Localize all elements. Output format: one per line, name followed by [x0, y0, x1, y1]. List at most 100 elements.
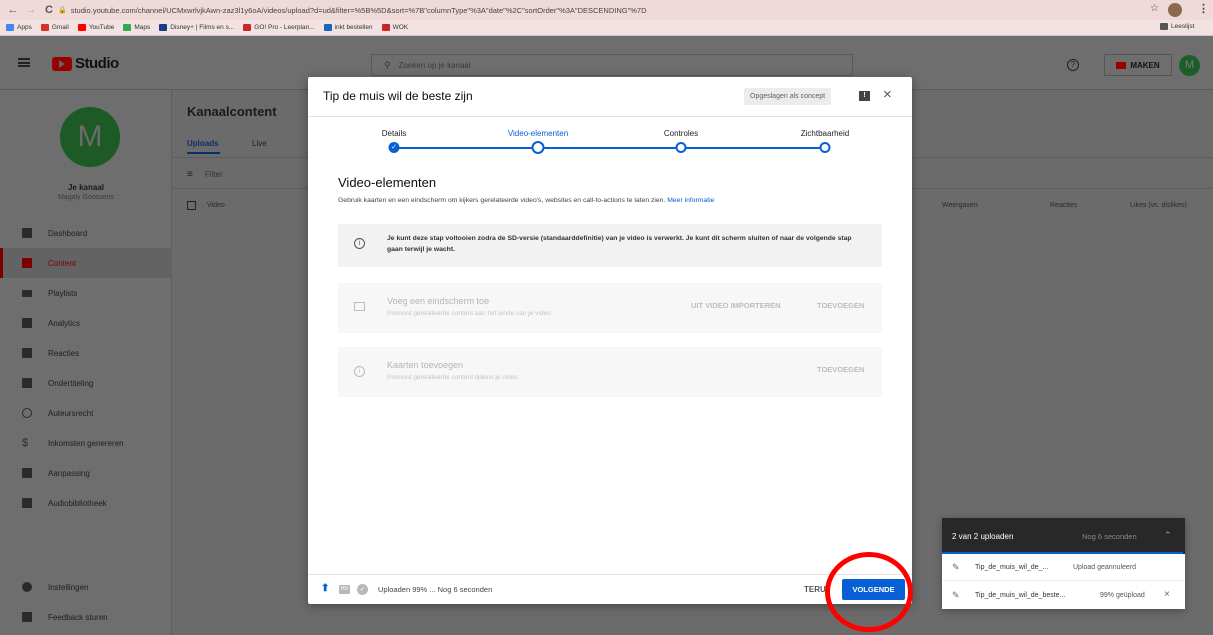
youtube-icon — [77, 24, 86, 31]
bookmark-label: Disney+ | Films en s... — [170, 24, 235, 31]
close-icon[interactable]: × — [883, 86, 892, 103]
sidebar-item-customization[interactable]: Aanpassing — [0, 458, 172, 488]
step-checks-dot[interactable] — [675, 142, 687, 153]
subtitles-icon — [22, 378, 32, 388]
search-icon: ⚲ — [384, 59, 391, 70]
back-arrow-icon[interactable]: ← — [6, 4, 20, 16]
upload-item-name[interactable]: Tip_de_muis_wil_de_beste... — [975, 592, 1065, 599]
sidebar-item-dashboard[interactable]: Dashboard — [0, 218, 172, 248]
create-button[interactable]: MAKEN — [1104, 54, 1172, 76]
channel-search-input[interactable]: ⚲ Zoeken op je kanaal — [371, 54, 853, 76]
select-all-checkbox[interactable] — [187, 201, 196, 210]
processing-notice: i Je kunt deze stap voltooien zodra de S… — [338, 224, 882, 267]
column-header-likes: Likes (vs. dislikes) — [1130, 202, 1187, 209]
channel-avatar[interactable]: M — [60, 107, 120, 167]
upload-item: ✎ Tip_de_muis_wil_de_beste... 99% geüplo… — [942, 582, 1185, 609]
bookmark-maps[interactable]: Maps — [123, 24, 150, 31]
card-info-icon: i — [354, 366, 365, 377]
pencil-icon[interactable]: ✎ — [952, 562, 960, 573]
forward-arrow-icon[interactable]: → — [24, 4, 38, 16]
cards-card: i Kaarten toevoegen Promoot gerelateerde… — [338, 347, 882, 397]
upload-status-text: Uploaden 99% ... Nog 6 seconden — [378, 585, 493, 594]
reload-icon[interactable]: C — [42, 4, 56, 16]
bookmark-label: YouTube — [88, 24, 115, 31]
bookmark-disney[interactable]: Disney+ | Films en s... — [159, 24, 234, 31]
bookmark-label: Apps — [17, 24, 32, 31]
help-icon[interactable]: ? — [1067, 59, 1079, 71]
reading-list[interactable]: Leeslijst — [1160, 23, 1194, 30]
customization-icon — [22, 468, 32, 478]
sidebar-item-monetization[interactable]: $ Inkomsten genereren — [0, 428, 172, 458]
bookmark-youtube[interactable]: YouTube — [77, 24, 115, 31]
back-button[interactable]: TERU — [804, 585, 826, 594]
disney-icon — [159, 24, 168, 31]
sidebar-item-settings[interactable]: Instellingen — [0, 572, 172, 602]
upload-dialog: Tip de muis wil de beste zijn Opgeslagen… — [308, 77, 912, 604]
reading-list-label: Leeslijst — [1171, 23, 1195, 30]
tab-uploads[interactable]: Uploads — [187, 139, 219, 148]
hamburger-menu-icon[interactable] — [18, 58, 30, 67]
bookmark-label: GO! Pro - Leerplan... — [254, 24, 315, 31]
sidebar-item-audio-library[interactable]: Audiobibliotheek — [0, 488, 172, 518]
account-avatar-letter: M — [1184, 59, 1195, 71]
column-header-views: Weergaven — [942, 202, 978, 209]
more-info-link[interactable]: Meer informatie — [667, 197, 714, 204]
lock-icon: 🔒 — [58, 7, 67, 14]
tab-live[interactable]: Live — [252, 139, 267, 148]
bookmark-inkt[interactable]: inkt bestellen — [323, 24, 373, 31]
account-avatar[interactable]: M — [1179, 55, 1200, 76]
bookmark-go-pro[interactable]: GO! Pro - Leerplan... — [243, 24, 315, 31]
uploads-panel-header[interactable]: 2 van 2 uploaden Nog 6 seconden ⌃ — [942, 518, 1185, 554]
studio-logo[interactable]: Studio — [52, 55, 119, 72]
gear-icon — [22, 582, 32, 592]
upload-arrow-icon: ⬆ — [321, 583, 330, 594]
filter-bar[interactable]: ≡ Filter — [187, 169, 223, 180]
endscreen-description: Promoot gerelateerde content aan het ein… — [387, 310, 551, 317]
hd-icon: HD — [339, 585, 350, 594]
create-button-label: MAKEN — [1130, 60, 1160, 70]
report-issue-icon[interactable]: ! — [859, 91, 870, 101]
uploads-panel-title: 2 van 2 uploaden — [952, 532, 1014, 541]
cards-title: Kaarten toevoegen — [387, 360, 464, 370]
profile-avatar[interactable] — [1168, 3, 1182, 17]
bookmark-gmail[interactable]: Gmail — [40, 24, 69, 31]
bookmark-apps[interactable]: Apps — [6, 24, 32, 31]
cancel-upload-icon[interactable]: × — [1164, 589, 1170, 600]
cards-description: Promoot gerelateerde content tijdens je … — [387, 374, 518, 381]
step-details-done-icon[interactable]: ✓ — [388, 142, 400, 153]
add-endscreen-button[interactable]: TOEVOEGEN — [817, 301, 864, 310]
sidebar-item-feedback[interactable]: Feedback sturen — [0, 602, 172, 632]
bookmark-star-icon[interactable]: ☆ — [1150, 3, 1159, 14]
draft-saved-badge: Opgeslagen als concept — [744, 88, 832, 105]
sidebar-item-playlists[interactable]: Playlists — [0, 278, 172, 308]
sidebar-item-copyright[interactable]: Auteursrecht — [0, 398, 172, 428]
add-cards-button[interactable]: TOEVOEGEN — [817, 365, 864, 374]
step-video-elements-dot[interactable] — [531, 141, 545, 154]
sidebar-item-analytics[interactable]: Analytics — [0, 308, 172, 338]
bookmark-wok[interactable]: WOK — [381, 24, 408, 31]
audio-library-icon — [22, 498, 32, 508]
import-from-video-button[interactable]: UIT VIDEO IMPORTEREN — [691, 301, 781, 310]
sidebar-item-comments[interactable]: Reacties — [0, 338, 172, 368]
gmail-icon — [40, 24, 49, 31]
sidebar-item-label: Instellingen — [48, 582, 89, 592]
content-icon — [22, 258, 32, 268]
column-header-video: Video — [207, 202, 225, 209]
browser-toolbar: ← → C 🔒 studio.youtube.com/channel/UCMxw… — [0, 0, 1213, 20]
sidebar-item-subtitles[interactable]: Ondertiteling — [0, 368, 172, 398]
annotation-circle — [825, 552, 913, 632]
channel-avatar-letter: M — [77, 120, 103, 153]
upload-item-name[interactable]: Tip_de_muis_wil_de_... — [975, 564, 1048, 571]
dialog-header: Tip de muis wil de beste zijn Opgeslagen… — [308, 77, 912, 117]
endscreen-title: Voeg een eindscherm toe — [387, 296, 490, 306]
pencil-icon[interactable]: ✎ — [952, 590, 960, 601]
step-visibility-dot[interactable] — [819, 142, 831, 153]
chevron-up-icon[interactable]: ⌃ — [1164, 530, 1172, 541]
sidebar-item-label: Dashboard — [48, 228, 88, 238]
address-bar-url: studio.youtube.com/channel/UCMxwrlvjkAwn… — [70, 5, 647, 15]
sidebar-item-content[interactable]: Content — [0, 248, 172, 278]
browser-menu-icon[interactable]: ⋮ — [1198, 2, 1209, 15]
comments-icon — [22, 348, 32, 358]
endscreen-icon — [354, 302, 365, 311]
address-bar[interactable]: 🔒 studio.youtube.com/channel/UCMxwrlvjkA… — [58, 3, 1188, 17]
